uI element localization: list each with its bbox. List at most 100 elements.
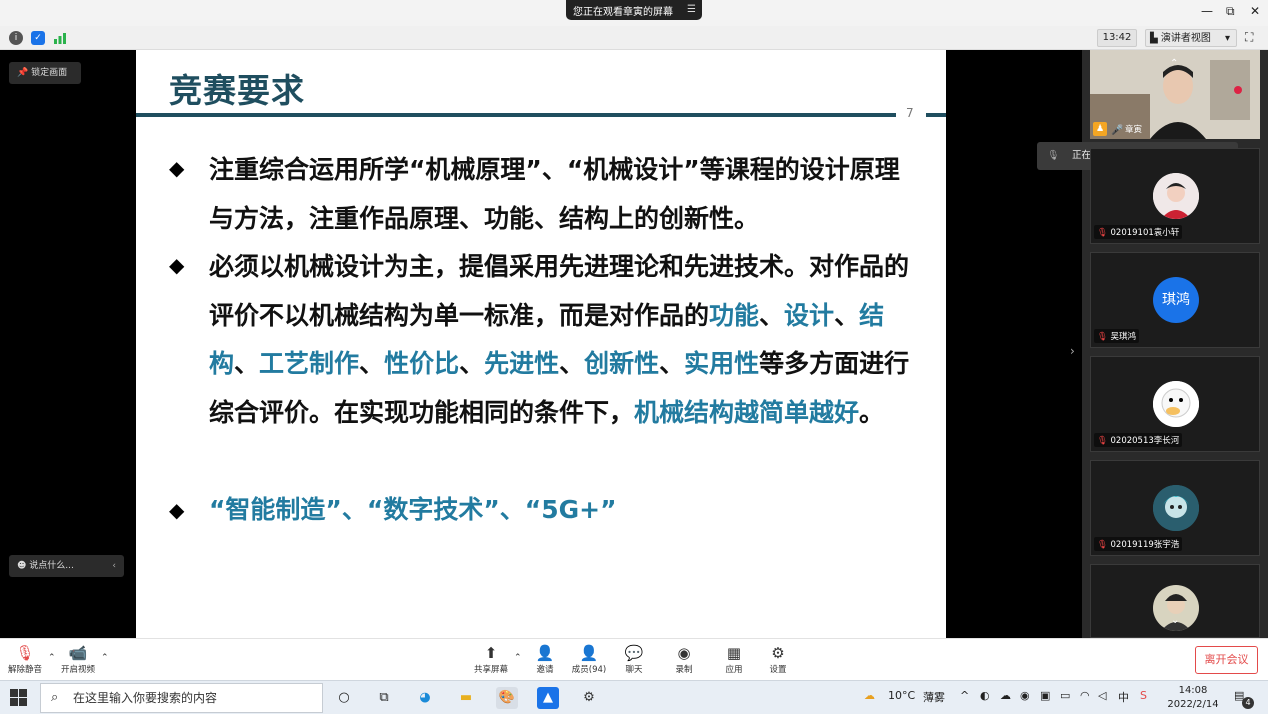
tray-app-icon[interactable]: ▣ xyxy=(1040,689,1050,702)
requirement-2: 必须以机械设计为主，提倡采用先进理论和先进技术。对作品的评价不以机械结构为单一标… xyxy=(209,243,919,437)
minimize-button[interactable]: — xyxy=(1201,4,1213,18)
chat-button[interactable]: 💬 聊天 xyxy=(612,643,656,679)
participant-name: 🎙 02020513李长河 xyxy=(1094,433,1183,447)
view-mode-label: 演讲者视图 xyxy=(1160,33,1211,44)
separator: 、 xyxy=(234,349,260,378)
avatar xyxy=(1153,173,1199,219)
shield-icon[interactable]: ✓ xyxy=(31,31,45,45)
highlight-term: “数字技术” xyxy=(366,495,500,524)
viewing-indicator[interactable]: 您正在观看章寅的屏幕 ☰ xyxy=(566,0,702,20)
highlight-term: 创新性 xyxy=(584,349,660,378)
cortana-icon[interactable]: ○ xyxy=(333,687,355,709)
highlight-term: 先进性 xyxy=(484,349,560,378)
members-button[interactable]: 👤 成员(94) xyxy=(567,643,611,679)
volume-icon[interactable]: ◁ xyxy=(1098,689,1106,702)
weather-temp[interactable]: 10°C xyxy=(888,689,915,702)
mic-muted-icon: 🎙 xyxy=(1047,150,1060,161)
chevron-up-icon[interactable]: ⌃ xyxy=(1170,58,1178,69)
settings-label: 设置 xyxy=(769,665,787,675)
weather-desc[interactable]: 薄雾 xyxy=(923,689,945,705)
share-screen-icon: ⬆ xyxy=(484,644,498,662)
leave-meeting-button[interactable]: 离开会议 xyxy=(1195,646,1258,674)
mic-muted-icon: 🎙 xyxy=(1097,332,1108,342)
participant-name-text: 02020513李长河 xyxy=(1110,436,1180,446)
share-screen-label: 共享屏幕 xyxy=(473,665,508,675)
grid-icon: ▙ xyxy=(1150,33,1158,44)
chevron-up-icon[interactable]: ⌃ xyxy=(48,653,56,663)
participant-name: 🎙 02019119张宇浩 xyxy=(1094,537,1183,551)
view-mode-dropdown[interactable]: ▙ 演讲者视图 ▾ xyxy=(1145,29,1237,47)
unmute-button[interactable]: 🎙 解除静音 xyxy=(3,643,47,679)
windows-start-icon[interactable] xyxy=(10,689,28,707)
chevron-up-icon[interactable]: ⌃ xyxy=(101,653,109,663)
separator: 、 xyxy=(559,349,585,378)
participant-tile[interactable]: 琪鸿 🎙 吴琪鸿 xyxy=(1090,252,1260,348)
participant-tile[interactable]: ⌄ xyxy=(1090,564,1260,638)
avatar xyxy=(1153,485,1199,531)
highlight-term: “5G+” xyxy=(524,495,617,524)
clock-time: 14:08 xyxy=(1178,685,1208,696)
start-video-button[interactable]: 📹 开启视频 xyxy=(56,643,100,679)
info-icon[interactable]: i xyxy=(9,31,23,45)
invite-button[interactable]: 👤 邀请 xyxy=(523,643,567,679)
meeting-info-bar: i ✓ 13:42 ▙ 演讲者视图 ▾ ⛶ xyxy=(0,26,1268,50)
file-explorer-icon[interactable]: ▬ xyxy=(455,687,477,709)
settings-button[interactable]: ⚙ 设置 xyxy=(756,643,800,679)
separator: 。 xyxy=(859,397,885,427)
apps-button[interactable]: ▦ 应用 xyxy=(712,643,756,679)
fullscreen-icon[interactable]: ⛶ xyxy=(1245,30,1253,45)
collapse-icon[interactable]: ‹ xyxy=(112,555,116,577)
quick-chat-input[interactable]: ☻ 说点什么... ‹ xyxy=(9,555,124,577)
participant-tile[interactable]: 🎙 02020513李长河 xyxy=(1090,356,1260,452)
participant-tile[interactable]: 🎙 02019119张宇浩 xyxy=(1090,460,1260,556)
highlight-term: 设计 xyxy=(784,300,835,330)
battery-icon[interactable]: ▭ xyxy=(1060,689,1070,702)
wechat-icon[interactable]: ◉ xyxy=(1020,689,1030,702)
highlight-term: 性价比 xyxy=(384,349,460,378)
participant-tile[interactable]: 🎙 02019101袁小轩 xyxy=(1090,148,1260,244)
meeting-toolbar: 🎙 解除静音 ⌃ 📹 开启视频 ⌃ ⬆ 共享屏幕 ⌃ 👤 邀请 👤 成员(94)… xyxy=(0,638,1268,680)
ime-indicator[interactable]: 中 xyxy=(1118,689,1129,705)
gear-icon[interactable]: ⚙ xyxy=(578,687,600,709)
record-label: 录制 xyxy=(675,665,693,675)
close-button[interactable]: ✕ xyxy=(1250,4,1260,18)
taskbar-search-input[interactable]: ⌕ 在这里输入你要搜索的内容 xyxy=(40,683,323,713)
notification-count: 4 xyxy=(1242,697,1254,709)
lock-view-button[interactable]: 📌 锁定画面 xyxy=(9,62,81,84)
wifi-icon[interactable]: ◠ xyxy=(1080,689,1090,702)
signal-icon[interactable] xyxy=(53,31,67,45)
app-icon[interactable]: 🎨 xyxy=(496,687,518,709)
pin-icon: 📌 xyxy=(17,68,29,78)
share-screen-button[interactable]: ⬆ 共享屏幕 xyxy=(469,643,513,679)
chat-placeholder: 说点什么... xyxy=(29,561,74,571)
lock-view-label: 锁定画面 xyxy=(31,68,68,78)
sogou-icon[interactable]: S xyxy=(1140,689,1147,702)
chevron-right-icon[interactable]: › xyxy=(1070,344,1075,358)
chevron-up-icon[interactable]: ⌃ xyxy=(514,653,522,663)
cloud-icon[interactable]: ☁ xyxy=(1000,689,1011,702)
weather-icon[interactable]: ☁ xyxy=(864,689,875,702)
separator: 、 xyxy=(759,300,785,330)
chevron-up-icon[interactable]: ^ xyxy=(960,689,969,702)
invite-label: 邀请 xyxy=(536,665,554,675)
requirement-3: “智能制造”、“数字技术”、“5G+” xyxy=(209,486,919,535)
edge-icon[interactable]: ◕ xyxy=(414,687,436,709)
qq-icon[interactable]: ◐ xyxy=(980,689,990,702)
tencent-meeting-icon[interactable]: ▲ xyxy=(537,687,559,709)
mic-muted-icon: 🎙 xyxy=(1097,436,1108,446)
restore-button[interactable]: ⧉ xyxy=(1226,4,1235,19)
requirement-1: 注重综合运用所学“机械原理”、“机械设计”等课程的设计原理与方法，注重作品原理、… xyxy=(209,155,900,233)
menu-icon[interactable]: ☰ xyxy=(687,4,696,15)
bullet-icon: ◆ xyxy=(169,498,185,522)
title-divider-end xyxy=(926,113,946,117)
record-button[interactable]: ◉ 录制 xyxy=(662,643,706,679)
system-clock[interactable]: 14:08 2022/2/14 xyxy=(1165,684,1221,712)
separator: 、 xyxy=(659,349,685,378)
mic-muted-icon: 🎙 xyxy=(15,644,35,662)
page-number: 7 xyxy=(906,106,914,120)
bullet-icon: ◆ xyxy=(169,253,185,277)
task-view-icon[interactable]: ⧉ xyxy=(373,687,395,709)
record-icon: ◉ xyxy=(677,644,691,662)
host-video-tile[interactable]: ⌃ ♟ 🎤 章寅 xyxy=(1090,50,1260,139)
chevron-down-icon[interactable]: ⌄ xyxy=(1171,615,1179,626)
